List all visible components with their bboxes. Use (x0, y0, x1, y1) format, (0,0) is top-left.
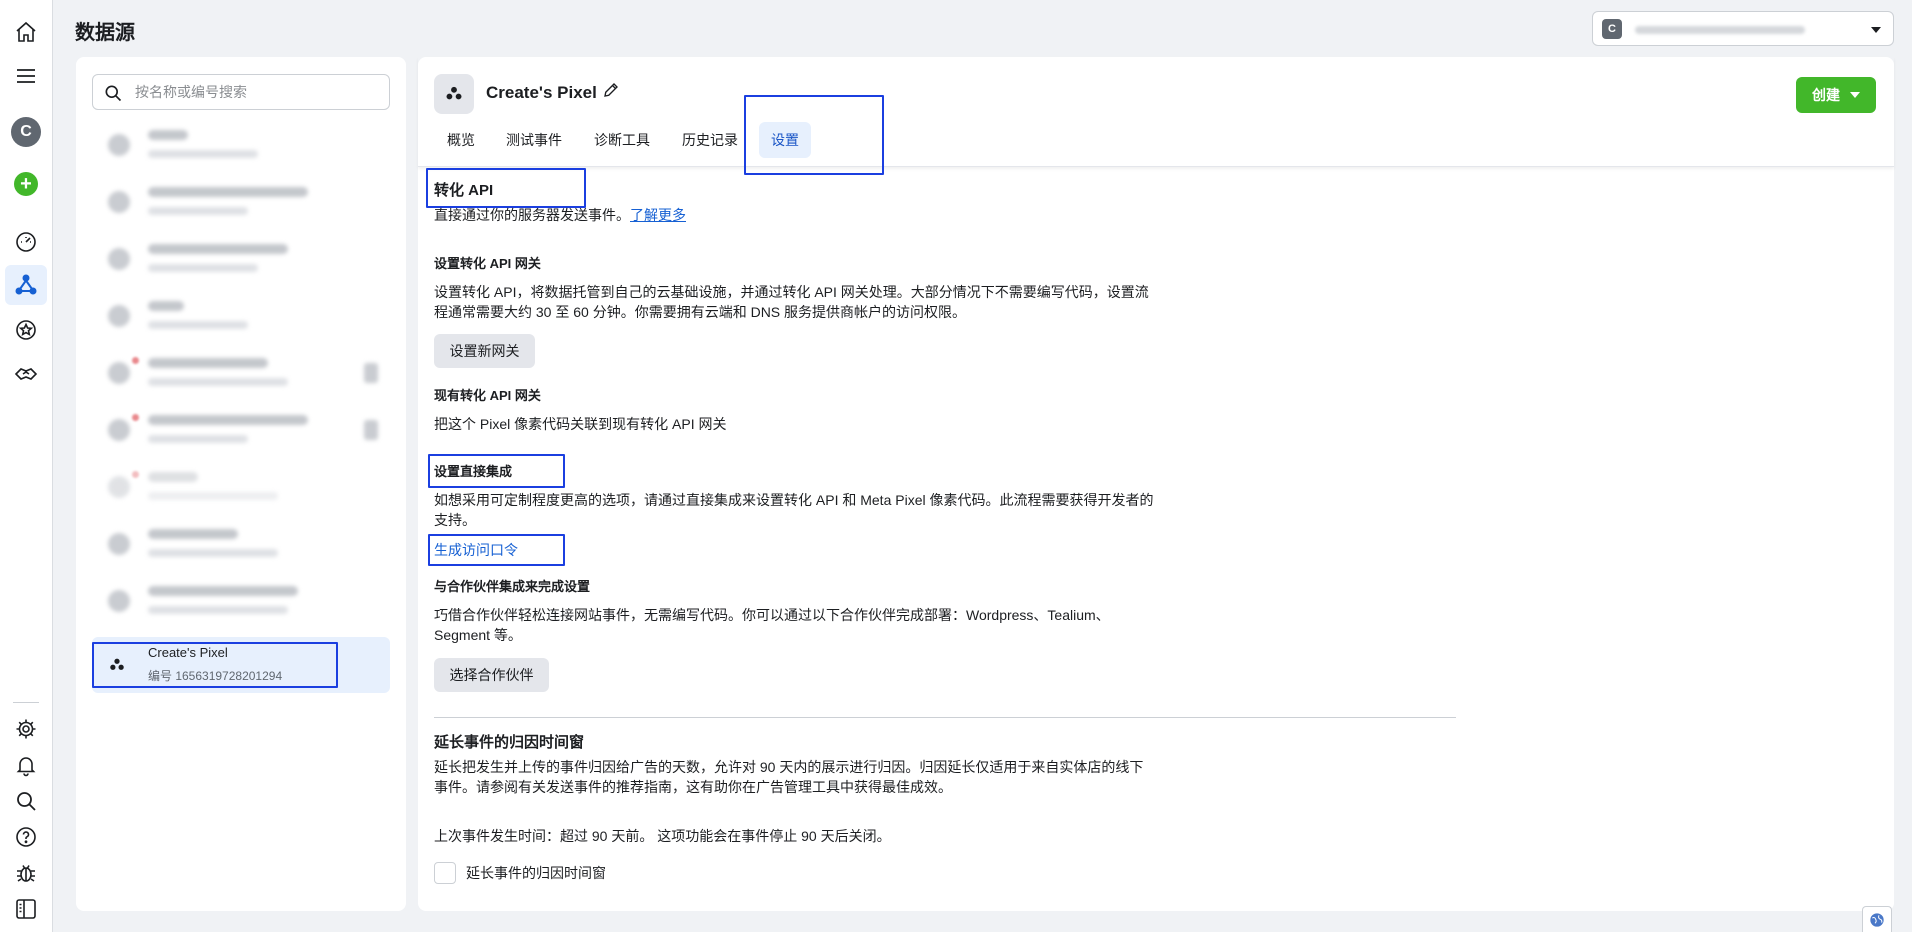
extend-attribution-label[interactable]: 延长事件的归因时间窗 (466, 863, 606, 883)
direct-integration-heading: 设置直接集成 (434, 464, 513, 479)
handshake-icon[interactable] (11, 359, 41, 389)
help-icon[interactable] (11, 822, 41, 852)
search-input[interactable] (133, 81, 373, 103)
partner-heading: 与合作伙伴集成来完成设置 (434, 579, 591, 594)
tab-test-events[interactable]: 测试事件 (506, 122, 562, 158)
chevron-down-icon (1850, 92, 1860, 98)
capi-description: 直接通过你的服务器发送事件。了解更多 (434, 205, 686, 225)
attribution-desc-line1: 延长把发生并上传的事件归因给广告的天数，允许对 90 天内的展示进行归因。归因延… (434, 759, 1144, 775)
list-item[interactable] (92, 174, 390, 230)
learn-more-link[interactable]: 了解更多 (630, 207, 686, 223)
account-selector[interactable]: C (1592, 11, 1894, 46)
search-icon[interactable] (11, 786, 41, 816)
tab-settings[interactable]: 设置 (759, 122, 811, 158)
panel-header: Create's Pixel 创建 概览 测试事件 诊断工具 历史记录 设置 (418, 57, 1894, 167)
existing-gateway-desc: 把这个 Pixel 像素代码关联到现有转化 API 网关 (434, 416, 727, 432)
globe-icon[interactable] (1862, 906, 1892, 932)
bell-icon[interactable] (11, 750, 41, 780)
list-item[interactable] (92, 573, 390, 629)
bug-icon[interactable] (11, 858, 41, 888)
create-button[interactable]: 创建 (1796, 77, 1876, 113)
pixel-icon (104, 652, 130, 678)
partner-desc-line2: Segment 等。 (434, 627, 522, 643)
direct-desc-line2: 支持。 (434, 512, 476, 528)
choose-partner-button[interactable]: 选择合作伙伴 (434, 658, 549, 692)
partner-desc-line1: 巧借合作伙伴轻松连接网站事件，无需编写代码。你可以通过以下合作伙伴完成部署：Wo… (434, 607, 1110, 623)
direct-desc-line1: 如想采用可定制程度更高的选项，请通过直接集成来设置转化 API 和 Meta P… (434, 492, 1154, 508)
extend-attribution-checkbox[interactable] (434, 862, 456, 884)
attribution-heading: 延长事件的归因时间窗 (434, 734, 585, 751)
network-icon[interactable] (5, 265, 47, 305)
page-title: 数据源 (75, 22, 135, 44)
list-item[interactable] (92, 459, 390, 515)
data-source-name: Create's Pixel (148, 645, 228, 660)
gauge-icon[interactable] (11, 227, 41, 257)
tab-overview[interactable]: 概览 (447, 122, 475, 158)
star-icon[interactable] (11, 315, 41, 345)
avatar[interactable]: C (11, 117, 41, 147)
panel-icon[interactable] (11, 894, 41, 924)
generate-access-token-link[interactable]: 生成访问口令 (434, 540, 518, 560)
gateway-heading: 设置转化 API 网关 (434, 256, 541, 271)
last-event-info: 上次事件发生时间：超过 90 天前。 这项功能会在事件停止 90 天后关闭。 (434, 828, 891, 844)
pixel-icon (434, 74, 474, 114)
capi-heading: 转化 API (434, 182, 494, 199)
list-item[interactable] (92, 117, 390, 173)
attribution-desc-line2: 事件。请参阅有关发送事件的推荐指南，这有助你在广告管理工具中获得最佳成效。 (434, 779, 952, 795)
create-button-label: 创建 (1812, 87, 1840, 103)
list-item[interactable] (92, 345, 390, 401)
gateway-desc-line1: 设置转化 API，将数据托管到自己的云基础设施，并通过转化 API 网关处理。大… (434, 284, 1149, 300)
capi-desc-text: 直接通过你的服务器发送事件。 (434, 207, 630, 223)
data-source-id: 编号 1656319728201294 (148, 669, 283, 683)
menu-icon[interactable] (11, 61, 41, 91)
setup-new-gateway-button[interactable]: 设置新网关 (434, 334, 535, 368)
search-icon (103, 83, 123, 108)
account-avatar: C (1602, 19, 1622, 39)
existing-gateway-heading: 现有转化 API 网关 (434, 388, 541, 403)
nav-rail: C + (0, 0, 53, 932)
home-icon[interactable] (11, 17, 41, 47)
rail-divider (13, 702, 39, 703)
list-item[interactable] (92, 231, 390, 287)
tab-diagnostics[interactable]: 诊断工具 (594, 122, 650, 158)
pixel-title: Create's Pixel (486, 83, 597, 102)
tab-history[interactable]: 历史记录 (682, 122, 738, 158)
main-panel: Create's Pixel 创建 概览 测试事件 诊断工具 历史记录 设置 转… (418, 57, 1894, 911)
list-item[interactable] (92, 516, 390, 572)
gear-icon[interactable] (11, 714, 41, 744)
search-box[interactable] (92, 74, 390, 110)
list-item[interactable] (92, 402, 390, 458)
add-icon[interactable]: + (11, 169, 41, 199)
data-source-list-panel: Create's Pixel 编号 1656319728201294 (76, 57, 406, 911)
selected-data-source[interactable]: Create's Pixel 编号 1656319728201294 (92, 637, 390, 693)
chevron-down-icon (1871, 27, 1881, 33)
account-name-redacted (1635, 26, 1805, 34)
section-divider (434, 717, 1456, 718)
list-item[interactable] (92, 288, 390, 344)
pencil-icon[interactable] (602, 81, 620, 104)
avatar-letter: C (11, 117, 41, 147)
gateway-desc-line2: 程通常需要大约 30 至 60 分钟。你需要拥有云端和 DNS 服务提供商帐户的… (434, 304, 967, 320)
